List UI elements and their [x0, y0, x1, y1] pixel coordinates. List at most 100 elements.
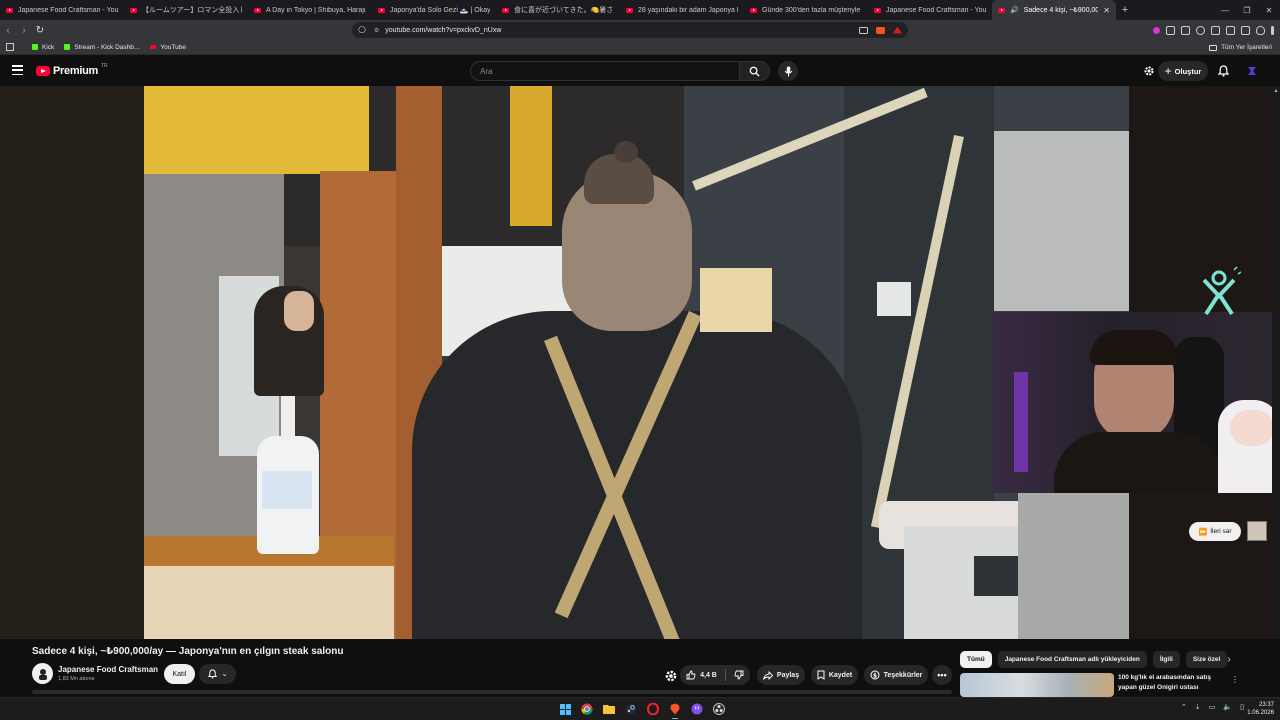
- stream-logo-icon: [1202, 266, 1242, 316]
- scroll-up-icon[interactable]: ▲: [1273, 88, 1279, 94]
- maximize-icon[interactable]: ❐: [1236, 0, 1258, 20]
- file-explorer-icon[interactable]: [601, 701, 617, 717]
- menu-icon[interactable]: [1271, 25, 1274, 35]
- twitch-icon[interactable]: [689, 701, 705, 717]
- next-video-thumbnail[interactable]: [1247, 521, 1267, 541]
- bookmark-stream-dashboard[interactable]: Stream - Kick Dashb…: [64, 44, 140, 51]
- window-controls: — ❐ ✕: [1214, 0, 1280, 20]
- kick-icon: [64, 44, 71, 50]
- browser-tab-active[interactable]: 🔊 Sadece 4 kişi, ~₺900,000/ay — ✕: [992, 0, 1116, 20]
- obs-icon[interactable]: [711, 701, 727, 717]
- apps-grid-icon[interactable]: [6, 43, 14, 51]
- display-icon[interactable]: ▭: [1209, 703, 1216, 711]
- voice-search-button[interactable]: [778, 61, 798, 81]
- all-bookmarks[interactable]: Tüm Yer İşaretleri: [1209, 40, 1272, 55]
- sidebar-icon[interactable]: [1211, 25, 1220, 35]
- extension-icon[interactable]: [1166, 25, 1175, 35]
- wallet-icon[interactable]: [1226, 25, 1235, 35]
- bookmark-youtube[interactable]: YouTube: [150, 44, 186, 51]
- browser-tab[interactable]: A Day in Tokyo | Shibuya, Harajuku |…: [248, 0, 372, 20]
- chip-all[interactable]: Tümü: [960, 651, 992, 668]
- more-actions-button[interactable]: •••: [932, 665, 952, 685]
- tray-chevron-icon[interactable]: ⌃: [1181, 703, 1187, 711]
- more-vertical-icon[interactable]: ⋮: [1231, 675, 1239, 684]
- thumbs-down-icon[interactable]: [734, 670, 744, 680]
- video-player[interactable]: ⏩ İleri sar: [0, 86, 1280, 639]
- channel-avatar[interactable]: [32, 663, 53, 684]
- extension-icon[interactable]: [1153, 26, 1160, 34]
- windows-start-icon[interactable]: [557, 701, 573, 717]
- search-input[interactable]: Ara: [470, 61, 740, 81]
- opera-icon[interactable]: [645, 701, 661, 717]
- clock-time: 23:37: [1258, 702, 1274, 708]
- channel-name[interactable]: Japanese Food Craftsman: [58, 665, 158, 674]
- site-info-icon[interactable]: ⚙: [374, 27, 379, 34]
- close-window-icon[interactable]: ✕: [1258, 0, 1280, 20]
- extension-icon[interactable]: [1241, 25, 1250, 35]
- chevron-down-icon: ⌄: [221, 671, 228, 678]
- chevron-right-icon[interactable]: ›: [1222, 652, 1236, 667]
- bookmark-kick[interactable]: Kick: [32, 44, 54, 51]
- save-label: Kaydet: [828, 671, 853, 679]
- browser-tab[interactable]: 食に喜が近づいてきた。🍋暑さに備えるお…: [496, 0, 620, 20]
- like-button[interactable]: 4,4 B: [686, 670, 717, 680]
- taskbar-clock[interactable]: 23:37 1.06.2026: [1247, 701, 1274, 717]
- browser-tab[interactable]: Japanese Food Craftsman - YouTube: [0, 0, 124, 20]
- cast-icon[interactable]: [859, 26, 868, 34]
- network-icon[interactable]: ⇣: [1195, 703, 1201, 711]
- related-video-title[interactable]: 100 kg'lık el arabasından satış yapan gü…: [1118, 673, 1228, 693]
- upload-gear-icon[interactable]: [1142, 64, 1156, 78]
- tab-title: 【ルームツアー】ロマン全投入した24坪の平…: [142, 7, 242, 14]
- browser-tab[interactable]: Günde 300'den fazla müşteriyle Japo…: [744, 0, 868, 20]
- youtube-logo[interactable]: Premium TR: [36, 63, 108, 77]
- account-avatar[interactable]: [1245, 64, 1259, 78]
- join-button[interactable]: Katıl: [164, 664, 195, 684]
- notifications-icon[interactable]: [1216, 64, 1230, 78]
- gear-icon[interactable]: [664, 669, 678, 683]
- url-text[interactable]: youtube.com/watch?v=pxckvD_nUxw: [385, 27, 851, 34]
- address-bar[interactable]: ⎔ ⚙ youtube.com/watch?v=pxckvD_nUxw: [352, 22, 908, 38]
- bookmark-icon[interactable]: ⎔: [358, 25, 366, 36]
- browser-tab[interactable]: Japonya'da Solo Gezi 🗻 | Okayama…: [372, 0, 496, 20]
- share-button[interactable]: Paylaş: [757, 665, 805, 685]
- reload-icon[interactable]: ↻: [32, 20, 48, 40]
- chip-from-uploader[interactable]: Japanese Food Craftsman adlı yükleyicide…: [997, 651, 1147, 668]
- extension-icon[interactable]: [1181, 25, 1190, 35]
- vpn-icon[interactable]: [1256, 25, 1265, 35]
- browser-tab[interactable]: 28 yaşındaki bir adam Japonya kırsal…: [620, 0, 744, 20]
- steam-icon[interactable]: [623, 701, 639, 717]
- volume-icon[interactable]: 🔈: [1223, 703, 1232, 711]
- page-scrollbar[interactable]: ▲: [1272, 86, 1280, 639]
- music-icon[interactable]: [1196, 25, 1205, 35]
- browser-tab[interactable]: Japanese Food Craftsman - YouTube: [868, 0, 992, 20]
- fast-forward-icon: ⏩: [1198, 528, 1208, 536]
- forward-icon[interactable]: ›: [16, 20, 32, 40]
- create-button[interactable]: + Oluştur: [1158, 61, 1208, 81]
- youtube-icon: [502, 7, 509, 13]
- related-video-thumbnail[interactable]: [960, 673, 1114, 697]
- youtube-icon: [130, 7, 137, 13]
- close-tab-icon[interactable]: ✕: [1103, 6, 1110, 15]
- tab-title: A Day in Tokyo | Shibuya, Harajuku |…: [266, 6, 366, 14]
- share-icon: [762, 670, 773, 680]
- chip-related[interactable]: İlgili: [1152, 651, 1180, 668]
- subscribed-bell-button[interactable]: ⌄: [199, 664, 236, 684]
- new-tab-button[interactable]: +: [1116, 0, 1134, 20]
- tab-title: 食に喜が近づいてきた。🍋暑さに備えるお…: [514, 7, 614, 14]
- taskbar-apps: [557, 701, 727, 719]
- skip-forward-button[interactable]: ⏩ İleri sar: [1189, 522, 1241, 541]
- brave-browser-icon[interactable]: [667, 701, 683, 719]
- thanks-button[interactable]: $ Teşekkürler: [864, 665, 928, 685]
- back-icon[interactable]: ‹: [0, 20, 16, 40]
- search-button[interactable]: [740, 61, 770, 81]
- chrome-icon[interactable]: [579, 701, 595, 717]
- battery-icon[interactable]: ▯: [1240, 703, 1244, 711]
- brave-shield-icon[interactable]: [876, 26, 885, 34]
- all-bookmarks-label: Tüm Yer İşaretleri: [1221, 44, 1272, 51]
- menu-icon[interactable]: [12, 65, 23, 75]
- brave-rewards-icon[interactable]: [893, 26, 902, 34]
- facecam-overlay: [994, 312, 1280, 493]
- save-button[interactable]: Kaydet: [811, 665, 858, 685]
- browser-tab[interactable]: 【ルームツアー】ロマン全投入した24坪の平…: [124, 0, 248, 20]
- minimize-icon[interactable]: —: [1214, 0, 1236, 20]
